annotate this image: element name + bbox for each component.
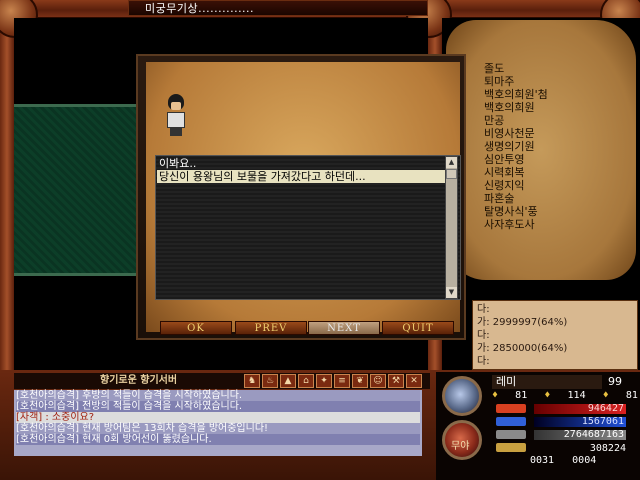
wrench-icon[interactable]: ⚒: [388, 374, 404, 388]
gold-icon: [496, 443, 526, 452]
exp-icon: [496, 430, 526, 439]
prev-button[interactable]: PREV: [235, 321, 307, 335]
mp-bar: 1567061: [534, 417, 626, 427]
mp-value: 1567061: [581, 416, 624, 427]
info-line: 다:: [477, 304, 490, 315]
map-title: 미궁무기상..............: [128, 0, 428, 16]
skill-item[interactable]: 졸도: [484, 62, 604, 75]
skill-item[interactable]: 사자후도사: [484, 218, 604, 231]
chat-line: [호천아의습격] 현재 방어팀은 13회차 습격을 방어중입니다!: [16, 423, 420, 434]
exp-value: 2764687163: [563, 429, 624, 440]
pos-x: 0031: [530, 455, 555, 466]
skill-item[interactable]: 생명의기원: [484, 140, 604, 153]
gold-row: 308224: [534, 443, 626, 454]
close-icon[interactable]: ✕: [406, 374, 422, 388]
character-level: 99: [608, 375, 622, 388]
info-line: 다:: [477, 330, 490, 341]
character-name: 레미: [492, 375, 602, 389]
scroll-down-icon[interactable]: ▼: [446, 287, 457, 298]
bat-icon[interactable]: ❦: [352, 374, 368, 388]
skill-item[interactable]: 시력회복: [484, 166, 604, 179]
dialog-line-selected: 당신이 용왕님의 보물을 가져갔다고 하던데...: [157, 170, 445, 183]
skill-item[interactable]: 심안투영: [484, 153, 604, 166]
info-line: 다:: [477, 356, 490, 367]
info-line: 가: 2999997(64%): [477, 317, 568, 328]
chat-log[interactable]: [호천아의습격] 후방의 적들이 습격을 시작하였습니다. [호천아의습격] 전…: [14, 390, 422, 456]
hp-value: 946427: [587, 403, 624, 414]
skill-item[interactable]: 신령지익: [484, 179, 604, 192]
exp-bar: 2764687163: [534, 430, 626, 440]
skill-item[interactable]: 파혼술: [484, 192, 604, 205]
mask-icon[interactable]: ☺: [370, 374, 386, 388]
rabbit-icon[interactable]: ♞: [244, 374, 260, 388]
map-floor-left: [14, 104, 144, 276]
dialog-scrollbar[interactable]: ▲ ▼: [445, 156, 458, 299]
pagoda-icon[interactable]: ⌂: [298, 374, 314, 388]
skill-item[interactable]: 백호의희원: [484, 101, 604, 114]
dragon-orb-icon[interactable]: [442, 376, 482, 416]
chat-line: [호천아의습격] 후방의 적들이 습격을 시작하였습니다.: [16, 390, 420, 401]
flame-icon[interactable]: ♨: [262, 374, 278, 388]
chat-title: 향기로운 향기서버: [100, 375, 178, 386]
next-button[interactable]: NEXT: [308, 321, 380, 335]
skill-item[interactable]: 퇴마주: [484, 75, 604, 88]
scroll-thumb[interactable]: [446, 169, 457, 179]
quit-button[interactable]: QUIT: [382, 321, 454, 335]
attribute-row: ♦ 81 ♦ 114 ♦ 81: [492, 390, 638, 401]
stat-str: 81: [515, 390, 528, 401]
mountain-icon[interactable]: ▲: [280, 374, 296, 388]
fire-icon[interactable]: ✦: [316, 374, 332, 388]
coordinates: 0031 0004: [530, 455, 596, 466]
hp-icon: [496, 404, 526, 413]
chat-toolbar: ♞ ♨ ▲ ⌂ ✦ ≡ ❦ ☺ ⚒ ✕: [244, 374, 422, 388]
scroll-up-icon[interactable]: ▲: [446, 157, 457, 168]
left-frame: [0, 0, 14, 370]
skill-item[interactable]: 비영사천문: [484, 127, 604, 140]
stat-int: 114: [567, 390, 586, 401]
dialog-line: 이봐요..: [159, 157, 197, 170]
target-info-box: 다: 가: 2999997(64%) 다: 가: 2850000(64%) 다:: [472, 300, 638, 370]
stat-dex: 81: [625, 390, 638, 401]
chat-line: [호천아의습격] 전방의 적들이 습격을 시작하였습니다.: [16, 401, 420, 412]
chat-line: [자객] : 소중이요?: [16, 412, 420, 423]
skill-item[interactable]: 만공: [484, 114, 604, 127]
class-label: 무야: [451, 441, 470, 452]
info-line: 가: 2850000(64%): [477, 343, 568, 354]
npc-portrait: [164, 94, 188, 140]
skill-item[interactable]: 백호의희원'첨: [484, 88, 604, 101]
ok-button[interactable]: OK: [160, 321, 232, 335]
mp-icon: [496, 417, 526, 426]
gold-value: 308224: [589, 443, 626, 454]
scroll-icon[interactable]: ≡: [334, 374, 350, 388]
skill-list: 졸도 퇴마주 백호의희원'첨 백호의희원 만공 비영사천문 생명의기원 심안투영…: [484, 62, 604, 231]
chat-line: [호천아의습격] 현재 0회 방어선이 뚫렸습니다.: [16, 434, 420, 445]
pos-y: 0004: [572, 455, 597, 466]
hp-bar: 946427: [534, 404, 626, 414]
skill-item[interactable]: 탈명사식'풍: [484, 205, 604, 218]
